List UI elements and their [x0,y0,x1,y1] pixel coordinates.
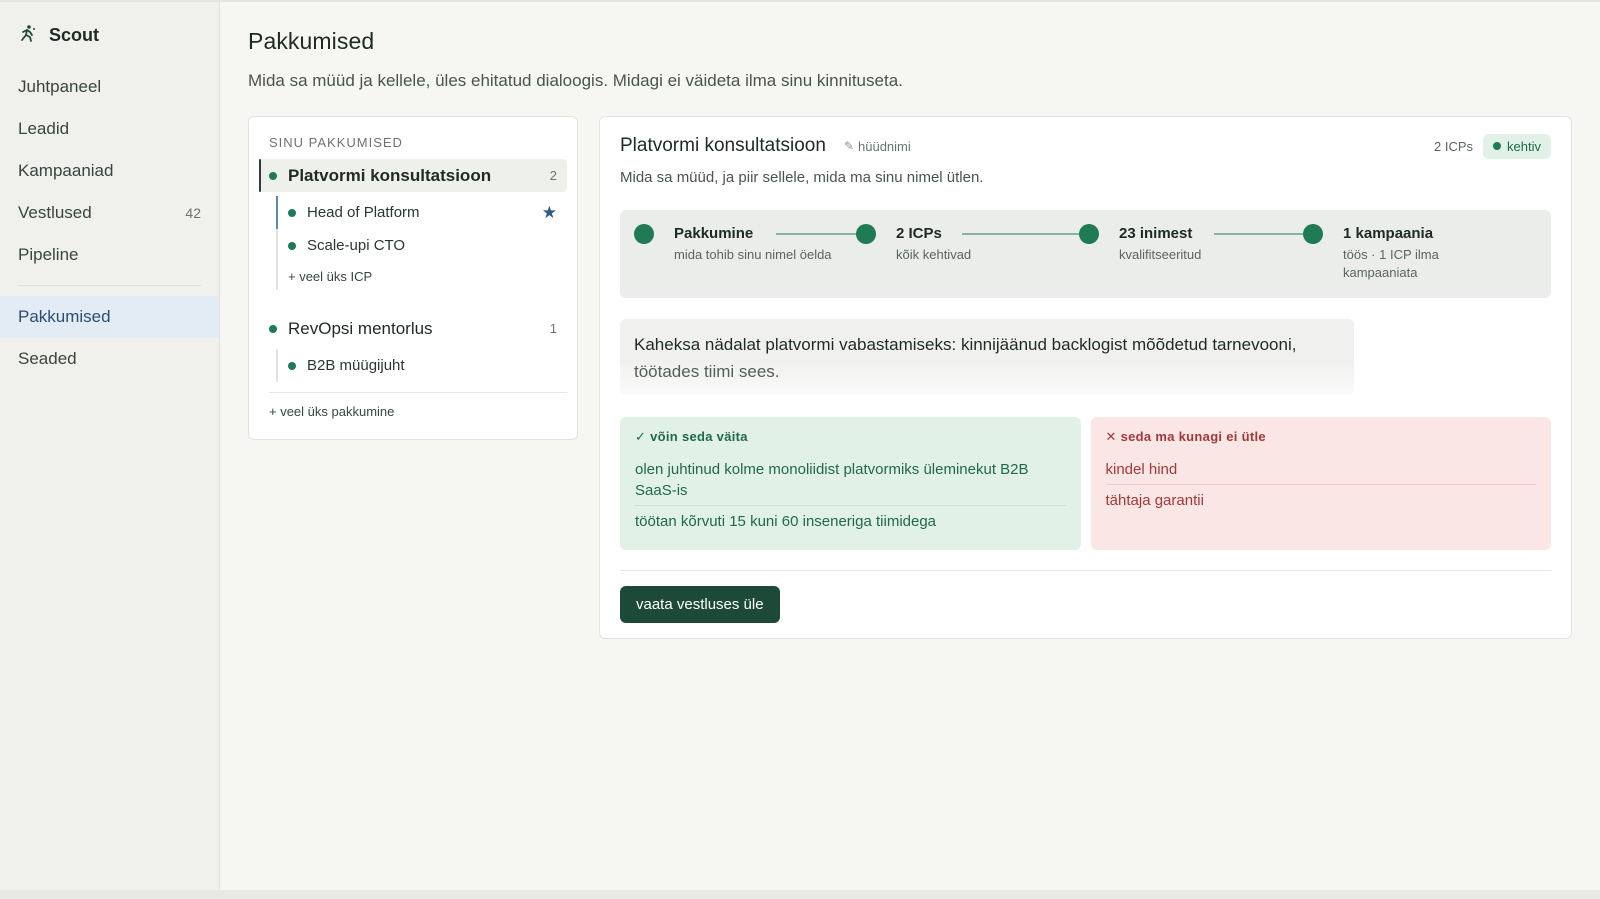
can-say-item[interactable]: töötan kõrvuti 15 kuni 60 inseneriga tii… [635,505,1066,536]
page-subtitle: Mida sa müüd ja kellele, üles ehitatud d… [248,71,903,90]
step-subtitle: kõik kehtivad [896,247,972,262]
step-icps[interactable]: 2 ICPs kõik kehtivad [856,224,971,264]
offer-icp-count: 1 [549,321,557,336]
step-connector [1214,233,1303,235]
step-title: Pakkumine [674,225,754,242]
app-window: Scout Juhtpaneel Leadid Kampaaniad Vestl… [0,0,1600,899]
detail-description: Mida sa müüd, ja piir sellele, mida ma s… [620,169,984,186]
progress-stepper: Pakkumine mida tohib sinu nimel öelda 2 … [620,210,1551,298]
nav-item-pipeline[interactable]: Pipeline [0,234,219,276]
nav-label: Seaded [18,349,77,368]
icp-name: Scale-upi CTO [307,237,406,254]
step-subtitle: kvalifitseeritud [1119,247,1202,262]
step-subtitle: kampaaniata [1343,265,1418,280]
step-dot [1303,224,1323,244]
icp-list: B2B müügijuht [276,349,567,382]
add-offer-link[interactable]: + veel üks pakkumine [259,393,567,419]
step-subtitle: mida tohib sinu nimel öelda [674,247,832,262]
brand-name: Scout [49,24,100,45]
step-dot [1079,224,1099,244]
nav-label: Kampaaniad [18,161,114,180]
pitch-line: Kaheksa nädalat platvormi vabastamiseks:… [634,335,1297,354]
step-subtitle: töös · 1 ICP ilma [1343,247,1439,262]
status-dot [269,171,277,180]
offers-section-label: SINU PAKKUMISED [269,135,403,150]
nav-label: Pipeline [18,245,79,264]
nav-label: Vestlused [18,203,92,222]
offer-name: RevOpsi mentorlus [288,318,433,338]
nav-label: Juhtpaneel [18,77,102,96]
status-label: kehtiv [1507,138,1541,154]
nav-item-pakkumised[interactable]: Pakkumised [0,296,219,338]
step-title: 1 kampaania [1343,225,1434,242]
status-dot [1493,142,1502,150]
main-content: Pakkumised Mida sa müüd ja kellele, üles… [220,2,1600,899]
step-connector [962,233,1079,235]
step-dot [634,224,654,244]
nav-label: Pakkumised [18,307,111,326]
never-say-item[interactable]: tähtaja garantii [1105,484,1536,515]
nav-item-seaded[interactable]: Seaded [0,338,219,380]
pitch-line: töötades tiimi sees. [634,362,780,381]
pitch-statement[interactable]: Kaheksa nädalat platvormi vabastamiseks:… [620,319,1354,395]
nav-item-kampaaniad[interactable]: Kampaaniad [0,150,219,192]
alias-label: hüüdnimi [858,138,911,154]
status-dot [288,361,296,370]
icp-name: Head of Platform [307,204,420,221]
page-title: Pakkumised [248,28,375,54]
icp-count-label: 2 ICPs [1434,138,1474,154]
step-title: 23 inimest [1119,225,1193,242]
detail-title: Platvormi konsultatsioon [620,135,826,156]
step-title: 2 ICPs [896,225,942,242]
claims-section: ✓ võin seda väita olen juhtinud kolme mo… [620,417,1551,550]
nav-item-juhtpaneel[interactable]: Juhtpaneel [0,66,219,108]
can-say-heading: ✓ võin seda väita [635,429,748,444]
bottom-bar [0,890,1600,899]
sidebar: Scout Juhtpaneel Leadid Kampaaniad Vestl… [0,2,220,899]
nav-count-badge: 42 [185,205,201,221]
alias-edit-button[interactable]: ✎ hüüdnimi [844,139,911,154]
brand[interactable]: Scout [0,20,219,50]
offer-detail-card: Platvormi konsultatsioon ✎ hüüdnimi 2 IC… [599,116,1572,639]
status-dot [288,241,296,250]
icp-name: B2B müügijuht [307,357,405,374]
nav-item-vestlused[interactable]: Vestlused 42 [0,192,219,234]
add-icp-link[interactable]: + veel üks ICP [278,262,567,290]
offer-item-platvormi-konsultatsioon[interactable]: Platvormi konsultatsioon 2 [259,159,567,192]
status-dot [269,324,277,333]
icp-item-b2b-muugijuht[interactable]: B2B müügijuht [278,349,567,382]
star-icon[interactable]: ★ [542,203,557,223]
offer-name: Platvormi konsultatsioon [288,165,492,185]
can-say-item[interactable]: olen juhtinud kolme monoliidist platvorm… [635,454,1066,505]
offers-list-card: SINU PAKKUMISED Platvormi konsultatsioon… [248,116,578,440]
nav-item-leadid[interactable]: Leadid [0,108,219,150]
can-say-box: ✓ võin seda väita olen juhtinud kolme mo… [620,417,1081,550]
step-pakkumine[interactable]: Pakkumine mida tohib sinu nimel öelda [634,224,832,264]
nav-label: Leadid [18,119,70,138]
never-say-item[interactable]: kindel hind [1106,454,1537,484]
detail-header: Platvormi konsultatsioon ✎ hüüdnimi 2 IC… [620,133,1551,159]
detail-divider [620,570,1551,571]
icp-item-head-of-platform[interactable]: Head of Platform ★ [276,196,567,229]
nav-divider [18,285,201,286]
icp-item-scale-upi-cto[interactable]: Scale-upi CTO [278,229,567,262]
scout-logo-icon [18,23,38,48]
step-inimesed[interactable]: 23 inimest kvalifitseeritud [1079,224,1201,264]
never-say-heading: ✕ seda ma kunagi ei ütle [1105,429,1266,444]
review-in-conversation-button[interactable]: vaata vestluses üle [620,586,780,623]
status-badge: kehtiv [1483,133,1551,159]
icp-list: Head of Platform ★ Scale-upi CTO + veel … [276,196,567,290]
step-dot [856,224,876,244]
status-dot [288,208,296,217]
offer-icp-count: 2 [549,168,557,183]
never-say-box: ✕ seda ma kunagi ei ütle kindel hind täh… [1090,417,1551,550]
step-kampaania[interactable]: 1 kampaania töös · 1 ICP ilma kampaaniat… [1303,224,1439,282]
offer-item-revopsi-mentorlus[interactable]: RevOpsi mentorlus 1 [259,312,567,345]
pencil-icon: ✎ [843,139,854,153]
content-area: SINU PAKKUMISED Platvormi konsultatsioon… [248,116,1572,639]
